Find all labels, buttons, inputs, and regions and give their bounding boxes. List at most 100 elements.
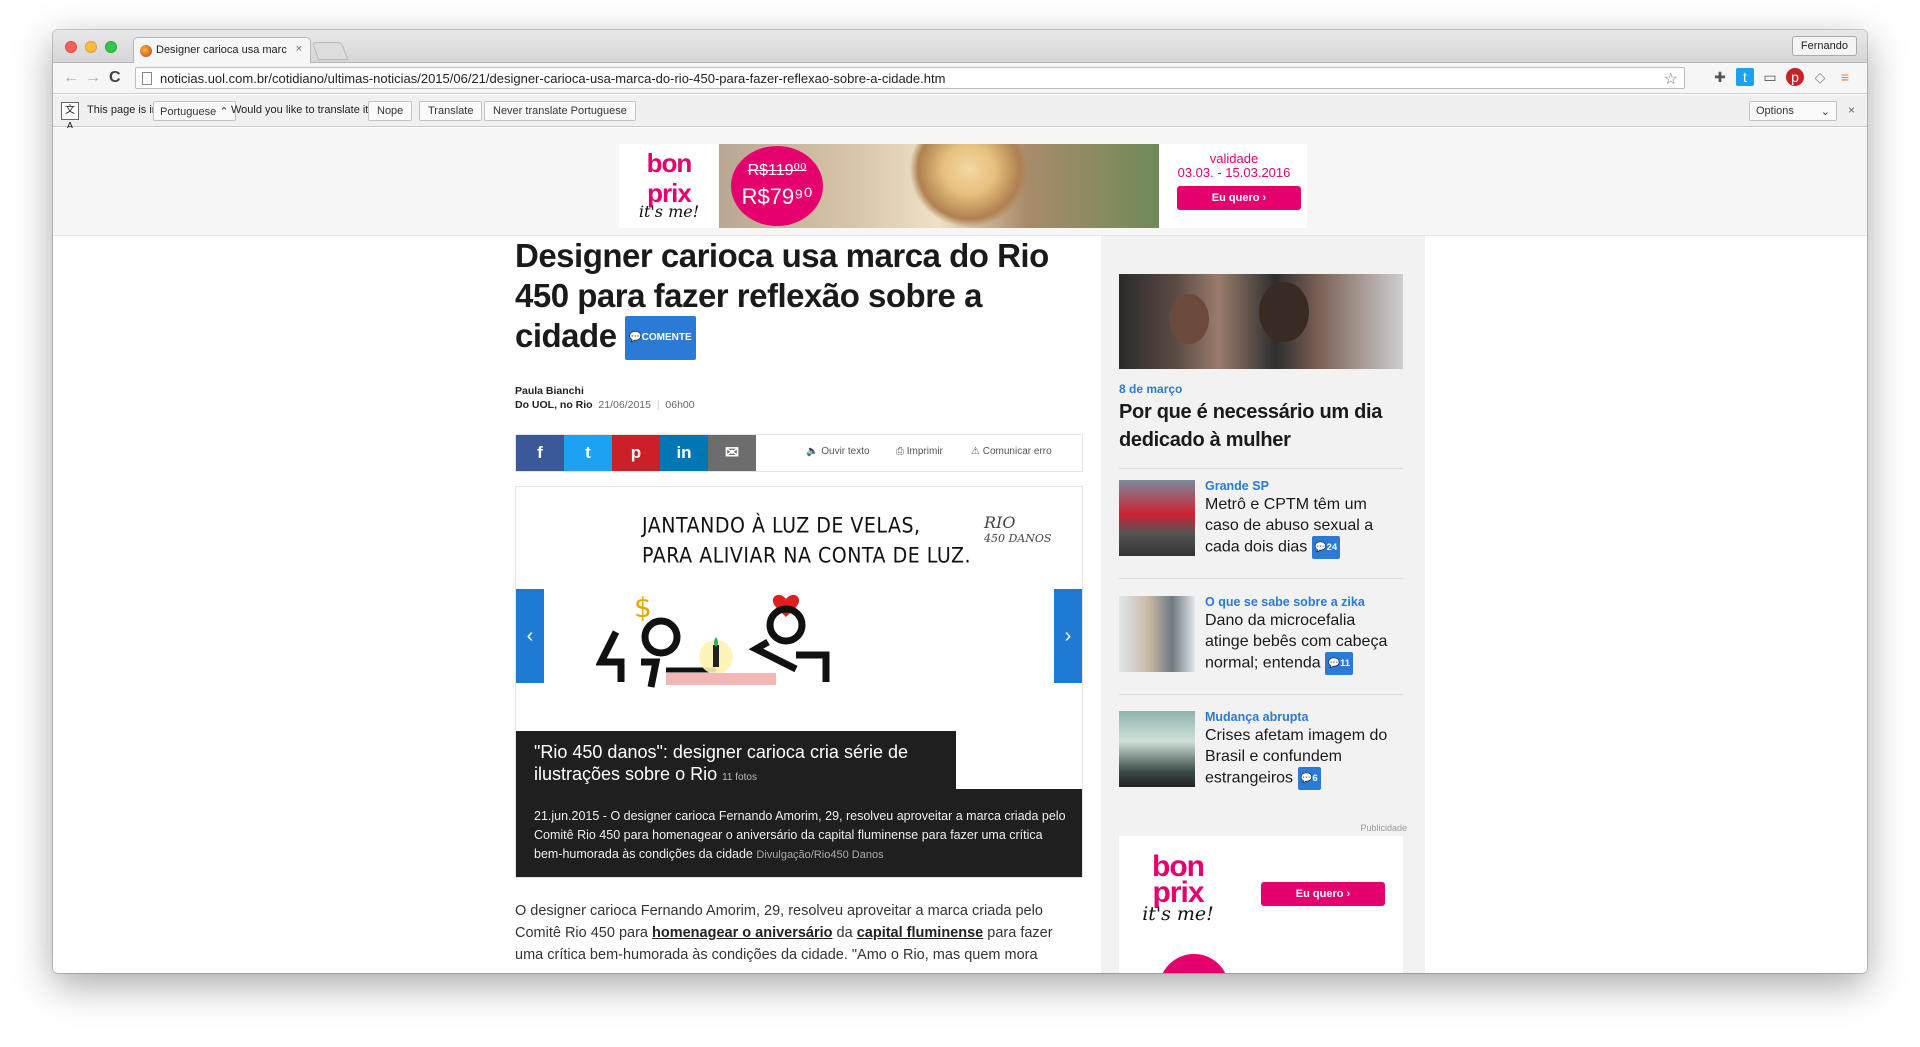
price-circle: R$119⁰⁰ R$79⁹⁰	[731, 146, 823, 226]
twitter-extension-icon[interactable]: t	[1736, 68, 1754, 86]
sidebar-news-item[interactable]: O que se sabe sobre a zika Dano da micro…	[1119, 595, 1403, 684]
sidebar-bonprix-ad[interactable]: bon prix it's me! Eu quero ›	[1119, 836, 1403, 973]
article: Designer carioca usa marca do Rio 450 pa…	[515, 236, 1083, 963]
homenagear-link[interactable]: homenagear o aniversário	[652, 925, 833, 941]
gallery-description: 21.jun.2015 - O designer carioca Fernand…	[516, 789, 1082, 877]
language-select[interactable]: Portuguese ⌃	[153, 101, 236, 121]
gallery-next-button[interactable]: ›	[1054, 589, 1082, 683]
comente-label: COMENTE	[641, 332, 692, 344]
featured-photo[interactable]	[1119, 274, 1403, 369]
menu-icon[interactable]: ≡	[1836, 68, 1854, 86]
top-ad-band: bon prix it's me! R$119⁰⁰ R$79⁹⁰ validad…	[53, 128, 1867, 236]
cast-icon[interactable]: ▭	[1761, 68, 1779, 86]
ad-model-photo: R$119⁰⁰ R$79⁹⁰	[719, 144, 1159, 228]
never-translate-button[interactable]: Never translate Portuguese	[484, 101, 636, 121]
print-label: Imprimir	[906, 446, 943, 457]
back-arrow-icon[interactable]: ←	[63, 69, 79, 87]
comment-count: 24	[1326, 542, 1338, 553]
address-bar[interactable]: noticias.uol.com.br/cotidiano/ultimas-no…	[135, 67, 1685, 89]
comment-count-badge[interactable]: 💬6	[1297, 767, 1321, 790]
woman-figure-2	[1259, 282, 1309, 342]
divider	[1119, 468, 1403, 469]
news-title-text: Metrô e CPTM têm um caso de abuso sexual…	[1205, 496, 1374, 556]
price-circle	[1159, 954, 1229, 973]
rio450-danos-mark: RIO 450 DANOS	[984, 515, 1051, 547]
advertising-label: Publicidade	[1360, 823, 1407, 833]
illustration-caption-line2: PARA ALIVIAR NA CONTA DE LUZ.	[642, 543, 972, 569]
tab-close-icon[interactable]: ×	[296, 43, 302, 55]
sidebar-news-item[interactable]: Grande SP Metrô e CPTM têm um caso de ab…	[1119, 479, 1403, 568]
twitter-share-button[interactable]: t	[564, 435, 612, 471]
news-kicker: Grande SP	[1205, 479, 1269, 493]
forward-arrow-icon[interactable]: →	[85, 69, 101, 87]
printer-icon: ⎙	[896, 446, 904, 457]
divider	[1119, 694, 1403, 695]
comente-button[interactable]: 💬COMENTE	[625, 316, 696, 361]
featured-title[interactable]: Por que é necessário um dia dedicado à m…	[1119, 398, 1409, 454]
capital-fluminense-link[interactable]: capital fluminense	[857, 925, 984, 941]
url-text: noticias.uol.com.br/cotidiano/ultimas-no…	[160, 71, 946, 86]
browser-window: Designer carioca usa marc × Fernando ← →…	[53, 30, 1867, 973]
featured-kicker[interactable]: 8 de março	[1119, 382, 1182, 396]
envelope-icon: ✉	[724, 443, 740, 462]
zoom-window-button[interactable]	[105, 41, 117, 53]
new-tab-button[interactable]	[311, 42, 349, 60]
options-label: Options	[1756, 105, 1794, 117]
close-window-button[interactable]	[65, 41, 77, 53]
gallery-prev-button[interactable]: ‹	[516, 589, 544, 683]
email-share-button[interactable]: ✉	[708, 435, 756, 471]
options-select[interactable]: Options ⌄	[1749, 101, 1837, 121]
nope-button[interactable]: Nope	[368, 101, 413, 121]
bonprix-logo: bon prix it's me!	[1133, 852, 1223, 925]
translate-prompt: This page is in	[87, 104, 158, 116]
pinterest-extension-icon[interactable]: p	[1786, 68, 1804, 86]
translate-button[interactable]: Translate	[419, 101, 483, 121]
article-headline: Designer carioca usa marca do Rio 450 pa…	[515, 236, 1083, 361]
dollar-sign-icon: $	[634, 591, 652, 624]
puzzle-extension-icon[interactable]: ✚	[1711, 68, 1729, 86]
title-bar: Designer carioca usa marc × Fernando	[53, 30, 1867, 63]
eu-quero-button[interactable]: Eu quero ›	[1261, 882, 1385, 906]
print-button[interactable]: ⎙ Imprimir	[896, 446, 943, 457]
eu-quero-button[interactable]: Eu quero ›	[1177, 186, 1301, 210]
comment-count-badge[interactable]: 💬24	[1311, 536, 1341, 559]
web-page: bon prix it's me! R$119⁰⁰ R$79⁹⁰ validad…	[53, 128, 1867, 973]
sidebar-news-item[interactable]: Mudança abrupta Crises afetam imagem do …	[1119, 710, 1403, 799]
speaker-icon: 🔈	[806, 446, 819, 457]
divider	[1119, 578, 1403, 579]
listen-button[interactable]: 🔈 Ouvir texto	[806, 446, 870, 457]
browser-toolbar: ← → C noticias.uol.com.br/cotidiano/ulti…	[53, 63, 1867, 94]
linkedin-share-button[interactable]: in	[660, 435, 708, 471]
dropbox-extension-icon[interactable]: ◇	[1811, 68, 1829, 86]
uol-favicon-icon	[140, 45, 152, 57]
gallery-caption-title: "Rio 450 danos": designer carioca cria s…	[534, 742, 908, 784]
bookmark-star-icon[interactable]: ☆	[1664, 69, 1678, 88]
minimize-window-button[interactable]	[85, 41, 97, 53]
news-title: Dano da microcefalia atinge bebês com ca…	[1205, 610, 1403, 675]
bonprix-banner-ad[interactable]: bon prix it's me! R$119⁰⁰ R$79⁹⁰ validad…	[619, 144, 1307, 228]
translate-close-icon[interactable]: ×	[1848, 103, 1855, 117]
profile-button[interactable]: Fernando	[1791, 36, 1857, 56]
pinterest-share-button[interactable]: p	[612, 435, 660, 471]
translate-bar: 文A This page is in Portuguese ⌃ Would yo…	[53, 95, 1867, 132]
brand-bottom: 450 DANOS	[984, 532, 1052, 545]
news-title: Metrô e CPTM têm um caso de abuso sexual…	[1205, 494, 1403, 559]
share-bar: f t p in ✉ 🔈 Ouvir texto ⎙ Imprimir ⚠ Co…	[515, 434, 1083, 472]
listen-label: Ouvir texto	[821, 446, 870, 457]
reload-icon[interactable]: C	[109, 69, 121, 87]
logo-tagline: it's me!	[1142, 903, 1214, 925]
browser-tab[interactable]: Designer carioca usa marc ×	[133, 37, 311, 63]
facebook-share-button[interactable]: f	[516, 435, 564, 471]
logo-bon: bon	[646, 148, 693, 178]
candlelight-dinner-illustration: $	[596, 591, 830, 688]
gallery-caption[interactable]: "Rio 450 danos": designer carioca cria s…	[516, 731, 956, 789]
report-error-button[interactable]: ⚠ Comunicar erro	[971, 446, 1052, 457]
report-icon: ⚠	[971, 446, 980, 457]
photo-credit: Divulgação/Rio450 Danos	[756, 849, 884, 861]
chevron-left-icon: ‹	[526, 625, 534, 647]
translate-question: Would you like to translate it?	[231, 104, 375, 116]
comment-count-badge[interactable]: 💬11	[1325, 652, 1353, 675]
page-icon	[142, 72, 152, 85]
news-title: Crises afetam imagem do Brasil e confund…	[1205, 725, 1403, 790]
report-label: Comunicar erro	[982, 446, 1052, 457]
